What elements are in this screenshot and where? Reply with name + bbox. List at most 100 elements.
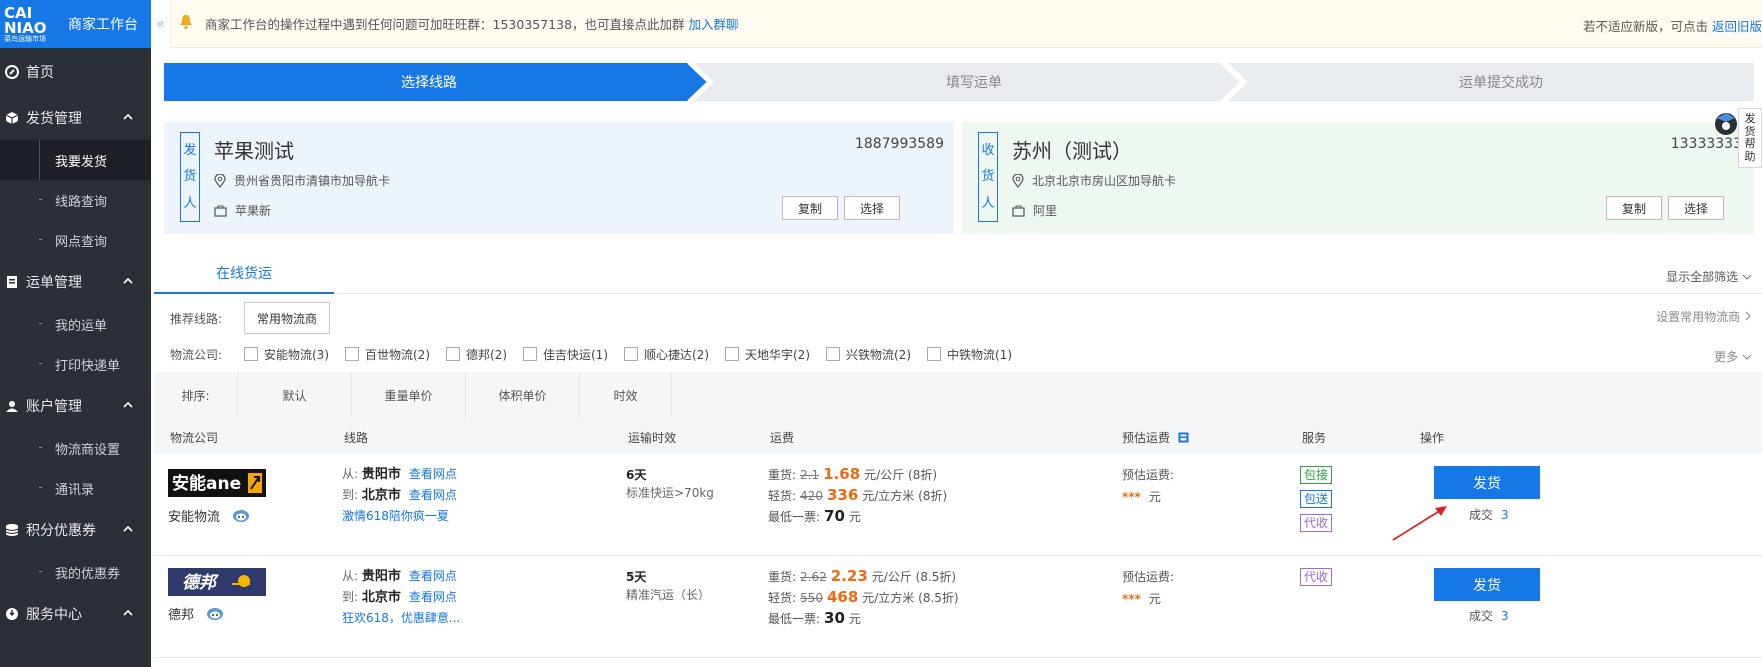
- view-outlet-link[interactable]: 查看网点: [409, 569, 457, 583]
- checkbox-box[interactable]: [725, 347, 739, 361]
- fee-info: 重货: 2.1 1.68 元/公斤 (8折) 轻货: 420 336 元/立方米 (8折) …: [768, 464, 947, 527]
- sidebar-item-ship[interactable]: 我要发货: [0, 140, 151, 180]
- shipping-help-button[interactable]: 发 货 帮 助: [1738, 108, 1762, 168]
- location-icon: [214, 173, 226, 188]
- nav-section-service-center[interactable]: 服务中心: [0, 592, 151, 636]
- checkbox-label: 顺心捷达(2): [644, 347, 709, 362]
- tag-char: 发: [183, 142, 197, 158]
- tag-char: 人: [183, 196, 197, 212]
- sidebar-item-my-coupons[interactable]: 我的优惠券: [0, 552, 151, 592]
- promo-link[interactable]: 激情618陪你疯一夏: [342, 506, 457, 526]
- checkbox-box[interactable]: [523, 347, 537, 361]
- transit-desc: 标准快运>70kg: [626, 486, 714, 500]
- return-old-version-link[interactable]: 返回旧版: [1712, 19, 1762, 34]
- heavy-unit: 元/公斤: [871, 570, 912, 584]
- old-version-area: 若不适应新版，可点击 返回旧版: [1583, 16, 1762, 35]
- light-discount: (8.5折): [918, 591, 959, 605]
- common-carrier-button[interactable]: 常用物流商: [244, 302, 330, 334]
- checkbox-box[interactable]: [826, 347, 840, 361]
- sidebar-item-carrier-settings[interactable]: 物流商设置: [0, 428, 151, 468]
- route-info: 从: 贵阳市 查看网点 到: 北京市 查看网点 激情618陪你疯一夏: [342, 464, 457, 526]
- view-outlet-link[interactable]: 查看网点: [409, 467, 457, 481]
- th-action: 操作: [1420, 431, 1445, 445]
- nav-section-label: 账户管理: [26, 399, 82, 415]
- sort-timeliness[interactable]: 时效: [580, 372, 672, 418]
- transit-desc: 精准汽运（长）: [626, 588, 711, 602]
- company-checkbox[interactable]: 佳吉快运(1): [523, 346, 608, 363]
- briefcase-icon: [1012, 205, 1025, 217]
- company-checkbox[interactable]: 安能物流(3): [244, 346, 329, 363]
- nav-section-account[interactable]: 账户管理: [0, 384, 151, 428]
- nav-section-waybill[interactable]: 运单管理: [0, 260, 151, 304]
- checkbox-box[interactable]: [446, 347, 460, 361]
- company-checkbox[interactable]: 兴铁物流(2): [826, 346, 911, 363]
- ship-button[interactable]: 发货: [1434, 568, 1540, 601]
- company-checkbox[interactable]: 德邦(2): [446, 346, 507, 363]
- annotation-arrow-icon: [1392, 506, 1447, 541]
- view-outlet-link[interactable]: 查看网点: [409, 590, 457, 604]
- sidebar-item-outlet-query[interactable]: 网点查询: [0, 220, 151, 260]
- deal-count-value: 3: [1501, 609, 1509, 623]
- sort-weight-price[interactable]: 重量单价: [352, 372, 466, 418]
- more-filters-toggle[interactable]: 更多: [1714, 348, 1752, 365]
- sender-company: 苹果新: [214, 202, 271, 219]
- ship-button[interactable]: 发货: [1434, 466, 1540, 499]
- sender-select-button[interactable]: 选择: [844, 196, 900, 220]
- logo[interactable]: CAI NIAO 菜鸟运输市场 商家工作台: [0, 0, 151, 48]
- company-checkbox[interactable]: 中铁物流(1): [927, 346, 1012, 363]
- receiver-select-button[interactable]: 选择: [1668, 196, 1724, 220]
- light-price: 468: [826, 588, 859, 606]
- transit-days: 6天: [626, 468, 647, 482]
- sidebar-item-contacts[interactable]: 通讯录: [0, 468, 151, 508]
- cainiao-logo: CAI NIAO 菜鸟运输市场: [4, 5, 56, 43]
- step-select-route: 选择线路: [401, 75, 457, 91]
- collapse-sidebar-button[interactable]: «: [151, 0, 171, 48]
- company-checkbox[interactable]: 天地华宇(2): [725, 346, 810, 363]
- service-tags: 包接包送 代收: [1300, 466, 1370, 538]
- sidebar-item-label: 线路查询: [55, 194, 108, 210]
- checkbox-box[interactable]: [624, 347, 638, 361]
- join-group-link[interactable]: 加入群聊: [689, 14, 739, 33]
- tab-online-freight[interactable]: 在线货运: [154, 254, 334, 294]
- sender-copy-button[interactable]: 复制: [782, 196, 838, 220]
- nav-home[interactable]: 首页: [0, 48, 151, 96]
- wangwang-chat-icon[interactable]: [206, 607, 224, 621]
- sidebar-item-label: 通讯录: [55, 482, 95, 498]
- company-name: 德邦: [168, 604, 224, 623]
- view-outlet-link[interactable]: 查看网点: [409, 488, 457, 502]
- th-time: 运输时效: [628, 431, 677, 445]
- company-checkbox[interactable]: 百世物流(2): [345, 346, 430, 363]
- recommend-route-row: 推荐线路: 常用物流商 设置常用物流商: [154, 298, 1762, 338]
- table-row: 德邦 德邦 从: 贵阳市 查看网点 到: 北京市 查看网点 狂欢618，优惠肆意..…: [154, 556, 1762, 658]
- heavy-old-price: 2.62: [800, 570, 827, 584]
- checkbox-box[interactable]: [345, 347, 359, 361]
- user-icon: [4, 398, 20, 414]
- receiver-copy-button[interactable]: 复制: [1606, 196, 1662, 220]
- help-mascot-icon[interactable]: [1713, 110, 1739, 136]
- sidebar-item-print-express[interactable]: 打印快递单: [0, 344, 151, 384]
- sender-phone: 1887993589: [854, 136, 944, 152]
- show-all-filters-toggle[interactable]: 显示全部筛选: [1666, 268, 1752, 285]
- sidebar-item-my-waybill[interactable]: 我的运单: [0, 304, 151, 344]
- sidebar-item-route-query[interactable]: 线路查询: [0, 180, 151, 220]
- sidebar-item-label: 物流商设置: [55, 442, 121, 458]
- set-common-carrier-link[interactable]: 设置常用物流商: [1656, 308, 1752, 325]
- sort-default[interactable]: 默认: [238, 372, 352, 418]
- chevron-up-icon: [123, 609, 133, 616]
- checkbox-label: 中铁物流(1): [947, 347, 1012, 362]
- sort-label: 排序:: [154, 372, 238, 418]
- wangwang-chat-icon[interactable]: [232, 509, 250, 523]
- estimate-hidden: ***: [1122, 592, 1141, 606]
- promo-link[interactable]: 狂欢618，优惠肆意...: [342, 608, 460, 628]
- min-price: 70: [824, 507, 845, 525]
- chevron-down-icon: [1742, 274, 1752, 280]
- sort-volume-price[interactable]: 体积单价: [466, 372, 580, 418]
- checkbox-box[interactable]: [927, 347, 941, 361]
- nav-section-shipping[interactable]: 发货管理: [0, 96, 151, 140]
- light-price: 336: [826, 486, 859, 504]
- chevron-up-icon: [123, 525, 133, 532]
- company-checkbox[interactable]: 顺心捷达(2): [624, 346, 709, 363]
- checkbox-box[interactable]: [244, 347, 258, 361]
- nav-section-coupons[interactable]: 积分优惠券: [0, 508, 151, 552]
- calculator-icon[interactable]: [1178, 432, 1189, 443]
